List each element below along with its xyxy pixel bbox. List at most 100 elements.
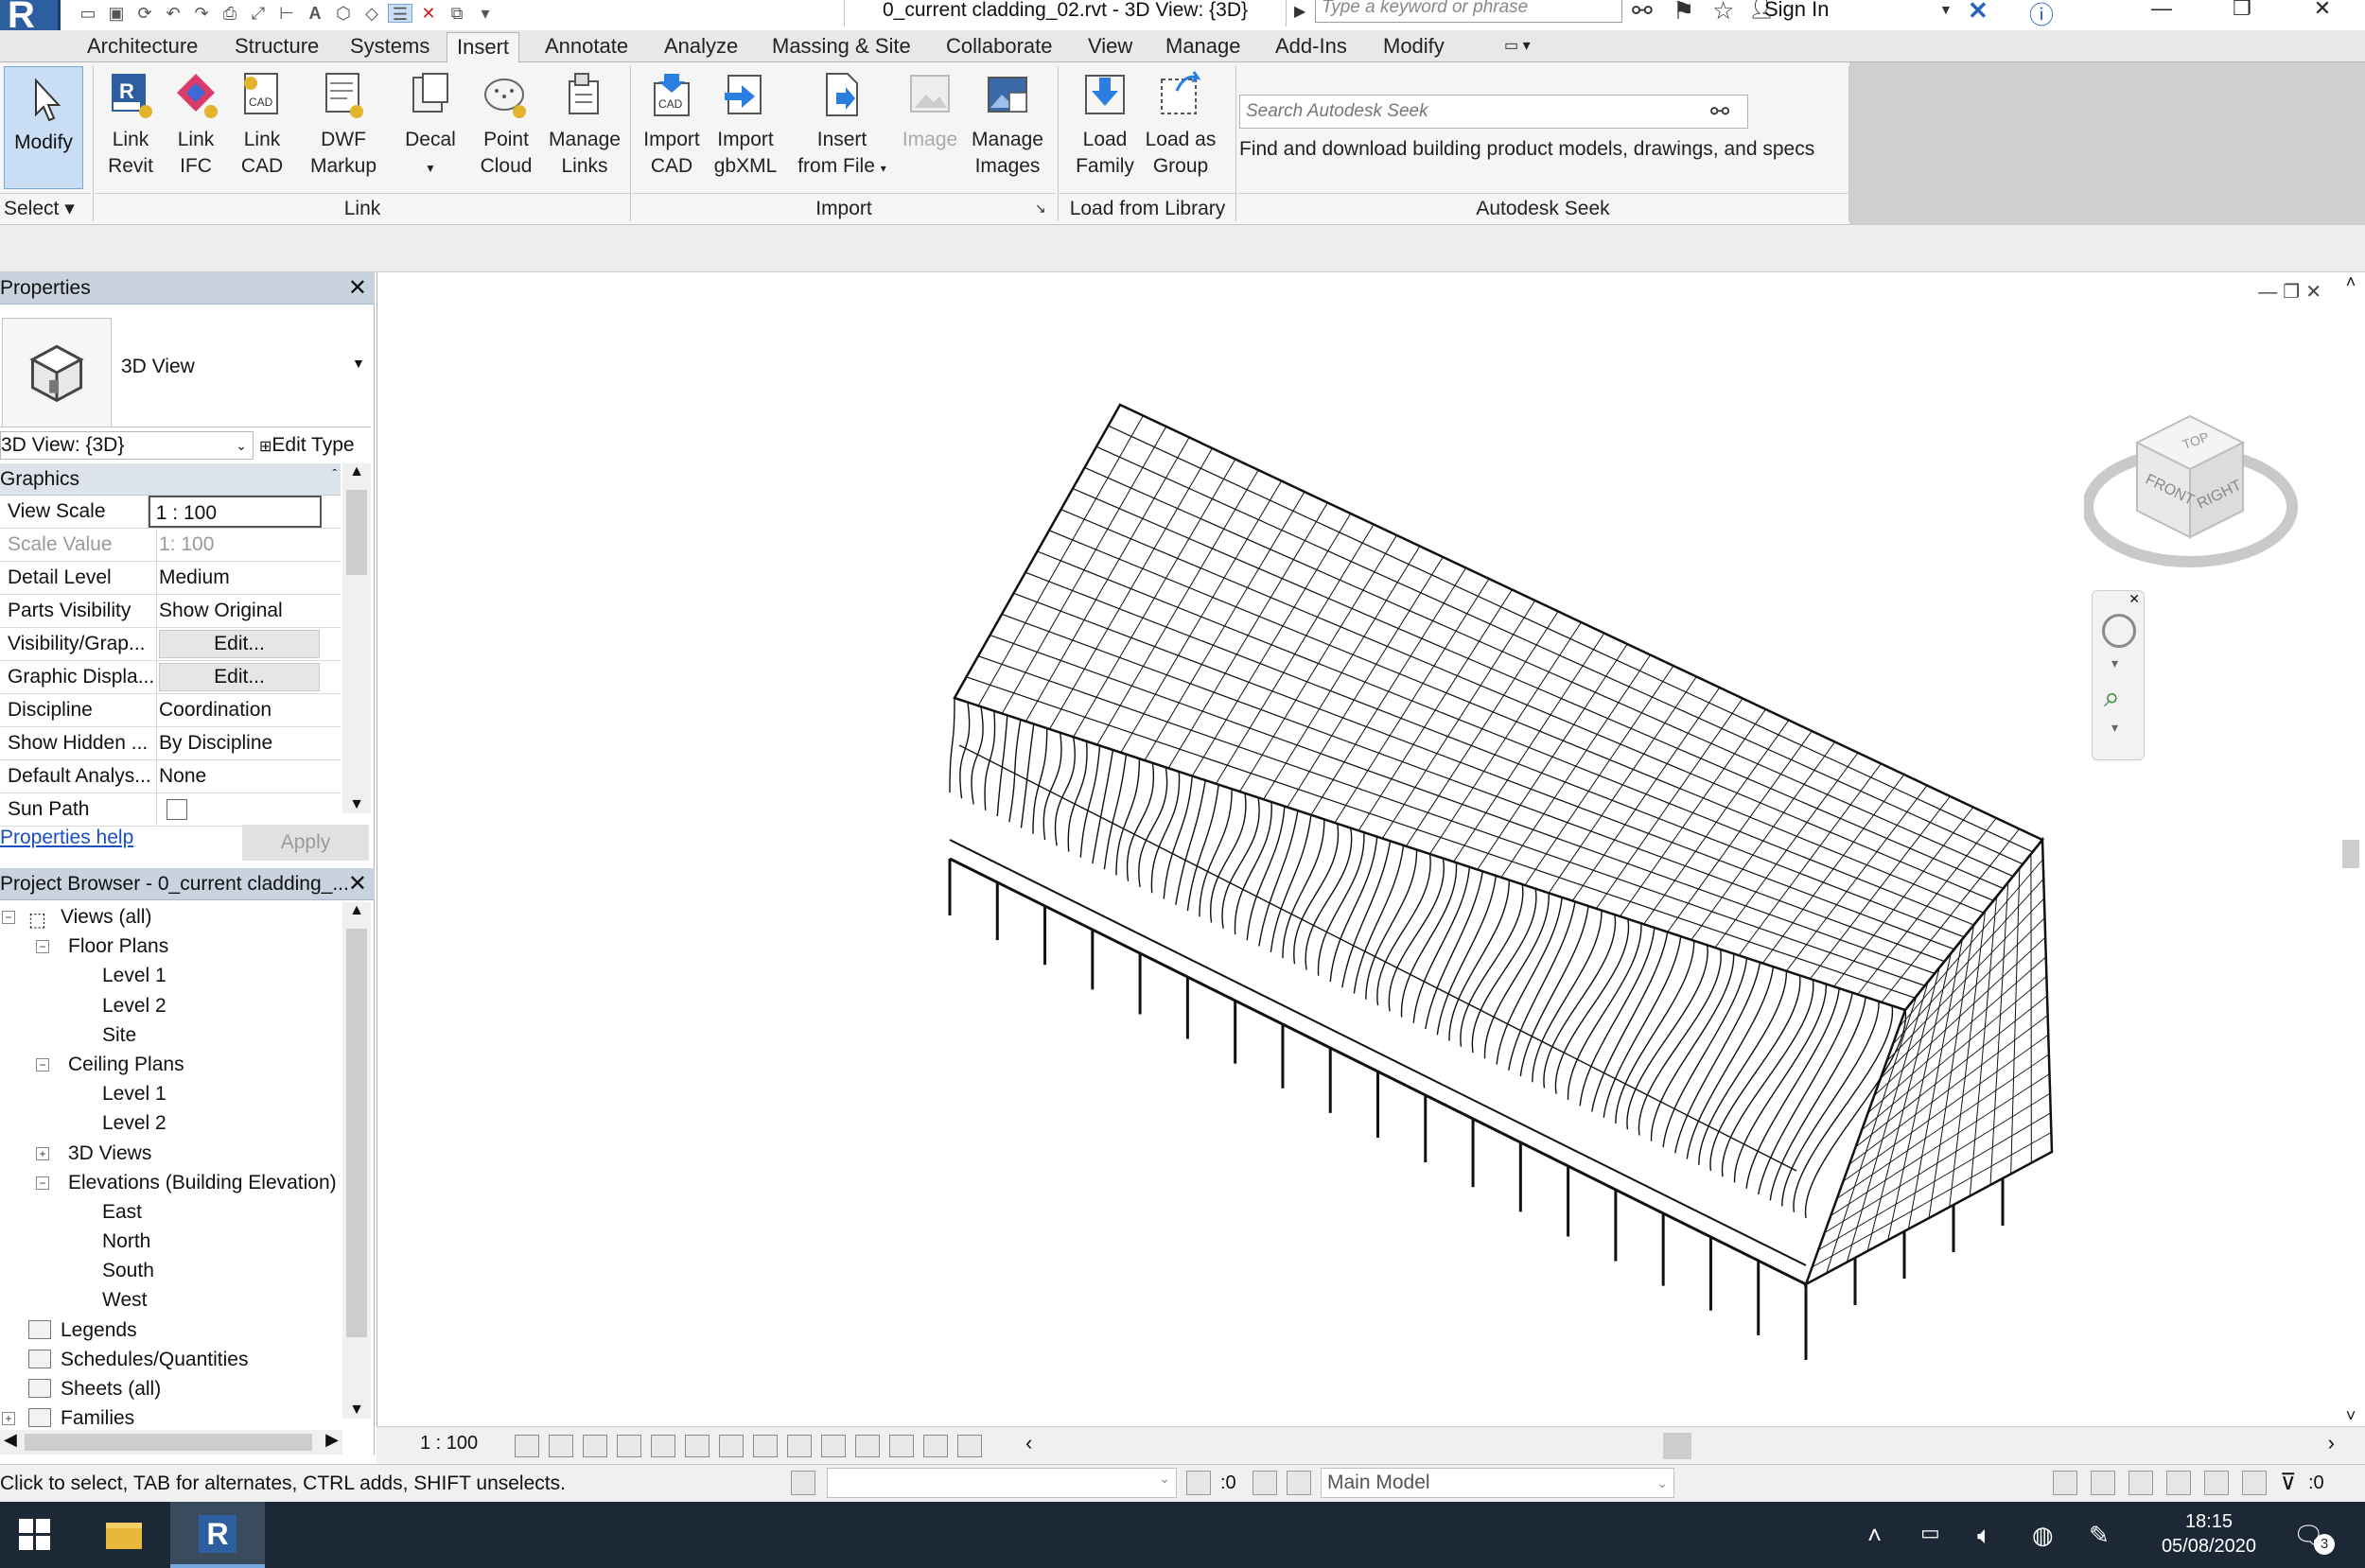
- select-links-icon[interactable]: [2053, 1471, 2077, 1495]
- scroll-up-icon[interactable]: ▲: [342, 463, 371, 480]
- autodesk-app-store-icon[interactable]: ✕: [1968, 0, 1988, 26]
- scroll-up-icon[interactable]: ˄: [2337, 272, 2365, 292]
- filter-icon[interactable]: ⊽: [2280, 1469, 2297, 1496]
- minimize-button[interactable]: —: [2128, 0, 2195, 26]
- qat-customize-icon[interactable]: ▾: [473, 4, 498, 23]
- show-crop-region-icon[interactable]: [719, 1435, 744, 1457]
- tab-analyze[interactable]: Analyze: [655, 32, 747, 62]
- close-icon[interactable]: ✕: [348, 272, 367, 305]
- ribbon-minimize-toggle-icon[interactable]: ▭ ▾: [1495, 32, 1540, 62]
- chevron-down-icon[interactable]: ▼: [352, 356, 365, 371]
- viewcube[interactable]: TOP FRONT RIGHT: [2084, 395, 2302, 584]
- parts-visibility-field[interactable]: Show Original: [157, 595, 341, 627]
- rendering-icon[interactable]: [651, 1435, 675, 1457]
- instance-selector[interactable]: 3D View: {3D} ⌄: [0, 431, 254, 460]
- import-gbxml-button[interactable]: Import gbXML: [710, 70, 781, 180]
- link-revit-button[interactable]: R Link Revit: [102, 70, 159, 180]
- properties-help-link[interactable]: Properties help: [0, 827, 133, 849]
- collapse-toggle-icon[interactable]: −: [36, 1057, 49, 1071]
- temporary-view-properties-icon[interactable]: [855, 1435, 880, 1457]
- scrollbar-thumb[interactable]: [2342, 840, 2359, 868]
- close-button[interactable]: ✕: [2289, 0, 2356, 26]
- tree-node-3d-views[interactable]: +3D Views: [0, 1139, 342, 1168]
- network-globe-icon[interactable]: ◍: [2032, 1521, 2054, 1550]
- tab-view[interactable]: View: [1078, 32, 1142, 62]
- tree-node-views[interactable]: − ⬚ Views (all): [0, 902, 342, 932]
- highlight-displacement-icon[interactable]: [957, 1435, 982, 1457]
- view-close-icon[interactable]: ✕: [2305, 282, 2327, 303]
- tab-architecture[interactable]: Architecture: [78, 32, 207, 62]
- chevron-down-icon[interactable]: ▾: [2111, 655, 2118, 671]
- collapse-toggle-icon[interactable]: −: [36, 940, 49, 954]
- tree-node-elevation-east[interactable]: East: [0, 1197, 342, 1227]
- steering-wheel-icon[interactable]: [2102, 614, 2136, 648]
- link-cad-button[interactable]: CAD Link CAD: [235, 70, 289, 180]
- revit-taskbar-icon[interactable]: R: [170, 1502, 265, 1568]
- dwf-markup-button[interactable]: DWF Markup: [301, 70, 386, 180]
- switch-windows-icon[interactable]: ⧉: [445, 4, 469, 23]
- tab-systems[interactable]: Systems: [341, 32, 439, 62]
- manage-images-button[interactable]: Manage Images: [967, 70, 1048, 180]
- tree-node-elevations[interactable]: − Elevations (Building Elevation): [0, 1168, 342, 1197]
- signin-dropdown-icon[interactable]: ▼: [1939, 2, 1953, 17]
- undo-icon[interactable]: ↶: [161, 4, 185, 23]
- tab-add-ins[interactable]: Add-Ins: [1266, 32, 1357, 62]
- binoculars-icon[interactable]: ⚯: [1710, 98, 1729, 126]
- system-clock[interactable]: 18:15 05/08/2020: [2147, 1509, 2270, 1559]
- close-icon[interactable]: ✕: [2128, 591, 2140, 607]
- type-selector[interactable]: 3D View ▼: [0, 314, 371, 427]
- load-as-group-button[interactable]: Load as Group: [1143, 70, 1218, 180]
- design-options-icon[interactable]: [1253, 1471, 1277, 1495]
- battery-icon[interactable]: ▭: [1920, 1521, 1940, 1545]
- view-restore-icon[interactable]: ❐: [2283, 282, 2305, 303]
- measure-icon[interactable]: ⤢: [246, 4, 271, 23]
- lock-3d-view-icon[interactable]: [753, 1435, 778, 1457]
- properties-scrollbar[interactable]: ▲ ▼: [342, 463, 371, 813]
- tree-node-families[interactable]: + Families: [0, 1403, 342, 1433]
- close-icon[interactable]: ✕: [348, 868, 367, 900]
- collapse-toggle-icon[interactable]: −: [36, 1176, 49, 1190]
- tree-node-floor-plan-site[interactable]: Site: [0, 1020, 342, 1050]
- scroll-left-icon[interactable]: ◀: [4, 1430, 17, 1450]
- drag-elements-icon[interactable]: [2204, 1471, 2229, 1495]
- view-scale-field[interactable]: 1 : 100: [148, 496, 322, 528]
- load-family-button[interactable]: Load Family: [1071, 70, 1139, 180]
- edit-type-button[interactable]: ⊞Edit Type: [259, 431, 355, 462]
- file-explorer-icon[interactable]: [76, 1502, 170, 1568]
- manage-links-button[interactable]: Manage Links: [547, 70, 622, 180]
- view-scale-control[interactable]: 1 : 100: [420, 1433, 478, 1455]
- infocenter-search-input[interactable]: Type a keyword or phrase: [1315, 0, 1622, 23]
- sign-in-button[interactable]: Sign In: [1764, 0, 1830, 22]
- restore-button[interactable]: ❐: [2209, 0, 2275, 26]
- zoom-icon[interactable]: ⌕: [2104, 682, 2120, 714]
- editable-only-icon[interactable]: [1186, 1471, 1211, 1495]
- apply-button[interactable]: Apply: [242, 825, 369, 861]
- tree-node-floor-plans[interactable]: − Floor Plans: [0, 932, 342, 961]
- insert-from-file-button[interactable]: Insert from File ▾: [795, 70, 889, 182]
- tab-massing-site[interactable]: Massing & Site: [762, 32, 920, 62]
- tab-collaborate[interactable]: Collaborate: [937, 32, 1062, 62]
- windows-start-icon[interactable]: [19, 1519, 51, 1551]
- scroll-down-icon[interactable]: ▼: [342, 796, 371, 813]
- tree-node-sheets[interactable]: Sheets (all): [0, 1374, 342, 1403]
- exclude-options-icon[interactable]: [1287, 1471, 1311, 1495]
- dimension-icon[interactable]: ⊢: [274, 4, 299, 23]
- scroll-down-icon[interactable]: ▼: [342, 1402, 371, 1419]
- thin-lines-icon[interactable]: ☰: [388, 4, 412, 24]
- worksharing-display-icon[interactable]: [889, 1435, 914, 1457]
- view-horizontal-scrollbar-thumb[interactable]: [1663, 1433, 1691, 1459]
- scroll-right-icon[interactable]: ▶: [325, 1430, 339, 1450]
- pen-workspace-icon[interactable]: ✎: [2089, 1521, 2110, 1550]
- tab-manage[interactable]: Manage: [1156, 32, 1251, 62]
- select-by-face-icon[interactable]: [2166, 1471, 2191, 1495]
- scroll-left-icon[interactable]: ‹: [1025, 1431, 1032, 1455]
- scrollbar-thumb[interactable]: [346, 490, 367, 575]
- shadows-icon[interactable]: [617, 1435, 641, 1457]
- modify-button[interactable]: Modify: [4, 66, 83, 189]
- sun-path-checkbox[interactable]: [166, 799, 187, 821]
- link-ifc-button[interactable]: Link IFC: [170, 70, 221, 180]
- browser-scrollbar[interactable]: ▲ ▼: [342, 902, 371, 1419]
- import-cad-button[interactable]: CAD Import CAD: [638, 70, 706, 180]
- tree-node-elevation-south[interactable]: South: [0, 1256, 342, 1285]
- scroll-up-icon[interactable]: ▲: [342, 902, 371, 919]
